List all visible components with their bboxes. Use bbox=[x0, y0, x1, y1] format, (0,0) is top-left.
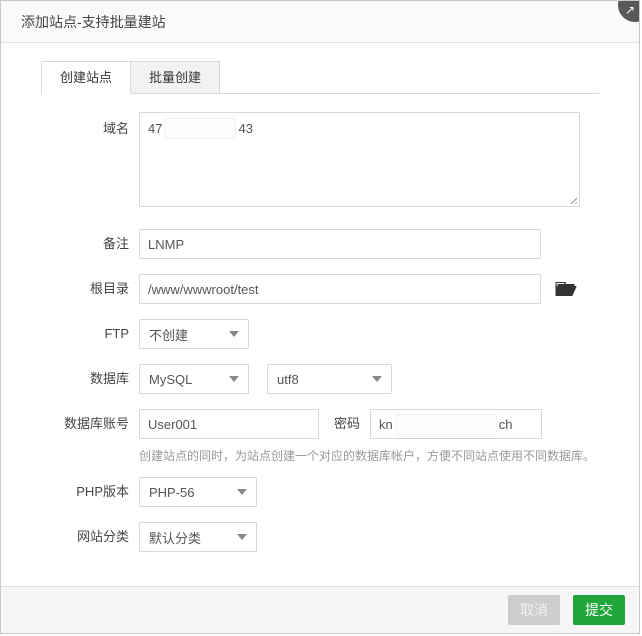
tab-bar: 创建站点 批量创建 bbox=[41, 61, 599, 94]
db-password-prefix: kn bbox=[379, 416, 393, 432]
domain-value-prefix: 47 bbox=[148, 121, 163, 136]
caret-down-icon bbox=[237, 489, 247, 495]
database-charset-value: utf8 bbox=[277, 371, 299, 387]
open-folder-icon[interactable] bbox=[555, 279, 577, 299]
note-row: 备注 bbox=[41, 229, 599, 259]
tab-create-site-label: 创建站点 bbox=[60, 70, 113, 85]
php-version-select[interactable]: PHP-56 bbox=[139, 477, 257, 507]
database-label: 数据库 bbox=[89, 371, 129, 386]
db-password-label: 密码 bbox=[334, 416, 361, 431]
dialog-header: 添加站点-支持批量建站 bbox=[1, 1, 639, 43]
domain-textarea[interactable]: 47 43 bbox=[139, 112, 580, 207]
db-password-input[interactable]: kn ch bbox=[370, 409, 543, 439]
db-account-row: 数据库账号 密码 kn ch bbox=[41, 409, 599, 439]
site-category-select[interactable]: 默认分类 bbox=[139, 522, 257, 552]
open-folder-icon-svg bbox=[555, 282, 577, 296]
arrow-up-right-icon: ↗ bbox=[625, 3, 636, 17]
root-dir-input[interactable] bbox=[139, 274, 541, 304]
submit-button[interactable]: 提交 bbox=[573, 595, 625, 625]
note-label: 备注 bbox=[102, 236, 129, 251]
domain-row: 域名 47 43 bbox=[41, 112, 599, 207]
note-input[interactable] bbox=[139, 229, 541, 259]
site-category-value: 默认分类 bbox=[149, 530, 202, 546]
domain-redaction-box bbox=[164, 117, 237, 139]
root-dir-label: 根目录 bbox=[89, 281, 129, 296]
db-account-label: 数据库账号 bbox=[63, 416, 129, 431]
database-type-value: MySQL bbox=[149, 371, 193, 387]
domain-label: 域名 bbox=[102, 121, 129, 136]
php-version-label: PHP版本 bbox=[76, 484, 129, 499]
database-row: 数据库 MySQL utf8 bbox=[41, 364, 599, 394]
site-category-row: 网站分类 默认分类 bbox=[41, 522, 599, 552]
cancel-button[interactable]: 取消 bbox=[508, 595, 560, 625]
caret-down-icon bbox=[237, 534, 247, 540]
dialog-title: 添加站点-支持批量建站 bbox=[21, 14, 166, 30]
database-charset-select[interactable]: utf8 bbox=[267, 364, 392, 394]
add-site-dialog: ↗ 添加站点-支持批量建站 创建站点 批量创建 域名 47 43 备注 根目录 bbox=[0, 0, 640, 634]
php-version-value: PHP-56 bbox=[149, 484, 195, 500]
tab-batch-create[interactable]: 批量创建 bbox=[131, 61, 221, 94]
ftp-select[interactable]: 不创建 bbox=[139, 319, 249, 349]
domain-value-suffix: 43 bbox=[238, 121, 253, 136]
ftp-label: FTP bbox=[104, 326, 129, 341]
site-category-label: 网站分类 bbox=[76, 529, 129, 544]
ftp-row: FTP 不创建 bbox=[41, 319, 599, 349]
db-password-suffix: ch bbox=[498, 416, 513, 432]
db-password-redaction-box bbox=[394, 413, 497, 435]
db-account-input[interactable] bbox=[139, 409, 319, 439]
root-dir-row: 根目录 bbox=[41, 274, 599, 304]
caret-down-icon bbox=[229, 376, 239, 382]
create-site-form: 域名 47 43 备注 根目录 FTP 不创建 bbox=[1, 94, 639, 552]
database-type-select[interactable]: MySQL bbox=[139, 364, 249, 394]
dialog-footer: 取消 提交 bbox=[1, 586, 639, 633]
textarea-resize-handle[interactable] bbox=[568, 195, 577, 204]
caret-down-icon bbox=[372, 376, 382, 382]
db-help-text: 创建站点的同时，为站点创建一个对应的数据库帐户，方便不同站点使用不同数据库。 bbox=[139, 449, 596, 463]
tab-batch-create-label: 批量创建 bbox=[149, 70, 202, 85]
php-version-row: PHP版本 PHP-56 bbox=[41, 477, 599, 507]
caret-down-icon bbox=[229, 331, 239, 337]
ftp-select-value: 不创建 bbox=[149, 327, 189, 343]
tab-create-site[interactable]: 创建站点 bbox=[41, 61, 132, 94]
